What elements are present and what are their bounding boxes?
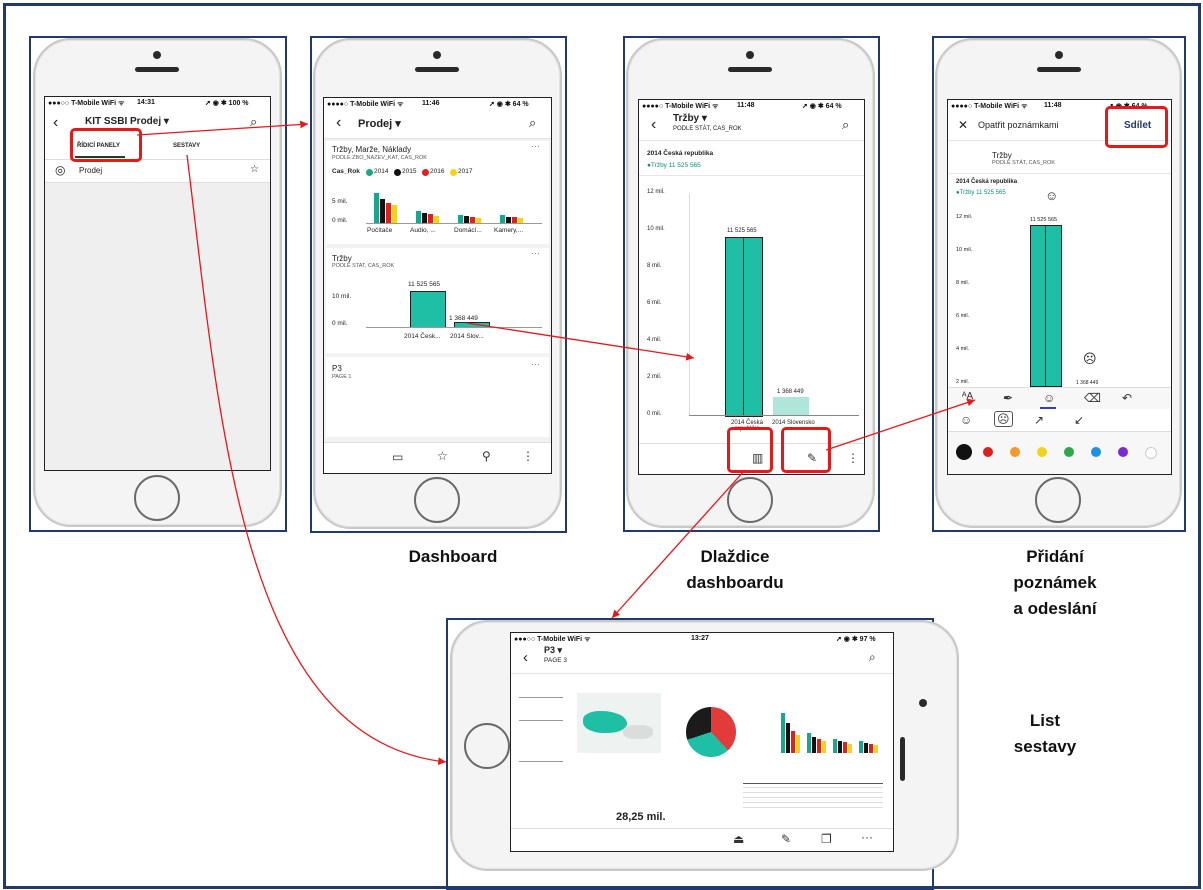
- flow-arrows: [136, 120, 976, 766]
- arrow-to-annotate: [825, 398, 976, 451]
- arrow-tile-to-report: [611, 469, 746, 619]
- arrow-to-dashboard: [136, 120, 309, 136]
- arrow-to-report: [186, 154, 447, 766]
- arrow-to-tile: [466, 322, 695, 361]
